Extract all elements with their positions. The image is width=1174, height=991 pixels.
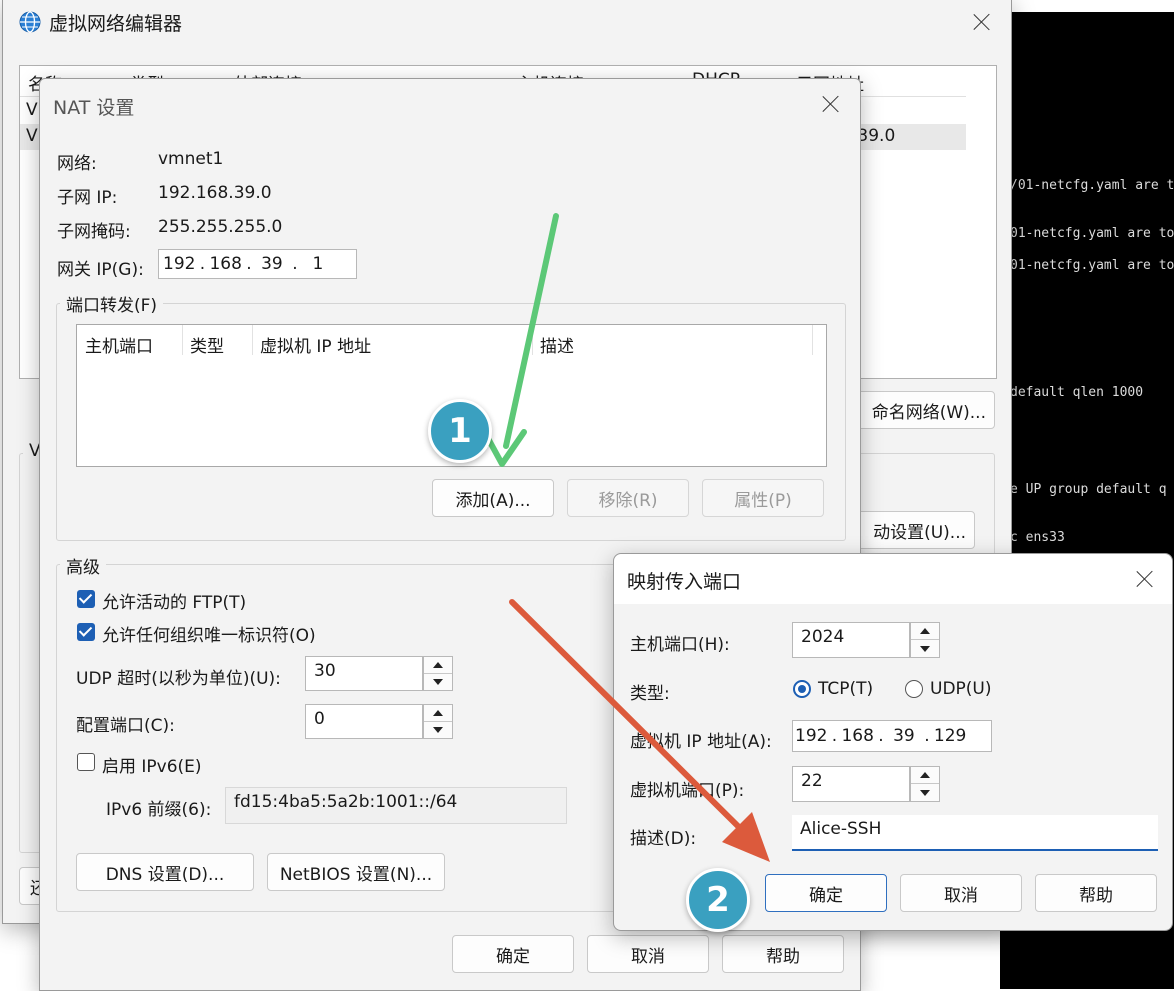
annotation-arrows	[475, 213, 770, 862]
green-arrow-shaft	[503, 213, 559, 449]
step-badge-2: 2	[686, 868, 750, 932]
red-arrow-shaft	[509, 599, 763, 851]
step-badge-1: 1	[428, 399, 492, 463]
